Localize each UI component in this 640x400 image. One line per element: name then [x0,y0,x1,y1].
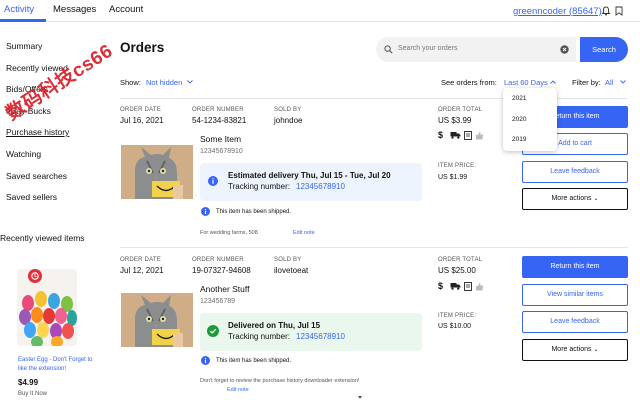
chevron-down-icon: ⌄ [593,196,599,202]
info-icon [208,176,218,186]
leave-feedback-button[interactable]: Leave feedback [522,161,628,183]
info-icon [201,207,210,216]
chevron-down-icon [620,80,626,84]
receipt-icon [464,131,472,140]
receipt-icon [464,282,472,291]
tab-activity[interactable]: Activity [4,4,34,15]
order-date: Jul 12, 2021 [120,266,164,275]
order-note: For wedding farms, 508 [200,230,258,236]
filter-by-label: Filter by: [572,78,601,87]
leave-feedback-button[interactable]: Leave feedback [522,311,628,333]
date-range-dropdown[interactable]: Last 60 Days [504,78,548,87]
tab-messages[interactable]: Messages [53,4,96,15]
tracking-label: Tracking number: [228,182,290,191]
chevron-down-icon [187,80,193,84]
sidebar-item-watching[interactable]: Watching [6,149,41,159]
sidebar-item-summary[interactable]: Summary [6,41,42,51]
thumbs-up-icon [475,131,484,140]
tracking-label: Tracking number: [228,332,290,341]
sold-by-label: SOLD BY [274,107,302,113]
dollar-icon: $ [438,130,444,140]
item-price-label: ITEM PRICE: [438,313,477,319]
order-date-label: ORDER DATE [120,107,161,113]
delivery-status-title: Delivered on Thu, Jul 15 [228,321,321,330]
tracking-number-link[interactable]: 12345678910 [296,182,345,191]
order-date-label: ORDER DATE [120,257,161,263]
tab-account[interactable]: Account [109,4,143,15]
more-actions-label: More actions [551,346,592,353]
order-number: 54-1234-83821 [192,116,247,125]
year-option-2021[interactable]: 2021 [512,95,526,102]
show-filter-label: Show: [120,78,141,87]
page-title: Orders [120,40,165,55]
sidebar-item-saved-sellers[interactable]: Saved sellers [6,192,57,202]
tracking-number-link[interactable]: 12345678910 [296,332,345,341]
check-circle-icon [207,325,219,337]
chevron-up-icon [550,80,556,84]
sidebar-item-saved-searches[interactable]: Saved searches [6,171,67,181]
item-price: US $10.00 [438,323,472,330]
shipped-note: This item has been shipped. [216,358,292,364]
item-price: US $1.99 [438,174,468,181]
chevron-down-icon: ⌄ [593,347,599,353]
shipping-truck-icon [450,282,461,290]
return-item-button[interactable]: Return this item [522,256,628,278]
thumbs-up-icon [475,282,484,291]
search-placeholder: Search your orders [398,45,458,52]
order-note: Don't forget to review the purchase hist… [200,378,360,384]
order-total: US $25.00 [438,266,476,275]
active-tab-indicator [0,19,46,22]
sidebar-item-purchase-history[interactable]: Purchase history [6,127,69,137]
order-total-label: ORDER TOTAL [438,107,483,113]
year-option-2020[interactable]: 2020 [512,116,526,123]
seller-link[interactable]: johndoe [274,116,302,125]
recently-viewed-heading: Recently viewed items [0,233,85,243]
order-number-label: ORDER NUMBER [192,257,244,263]
item-number: 123456789 [200,298,236,305]
order-number-label: ORDER NUMBER [192,107,244,113]
year-option-2019[interactable]: 2019 [512,136,526,143]
shipping-truck-icon [450,131,461,139]
delivery-status-title: Estimated delivery Thu, Jul 15 - Tue, Ju… [228,171,391,180]
edit-note-link[interactable]: Edit note [227,387,249,393]
item-title[interactable]: Some Item [200,134,241,144]
order-number: 19-07327-94608 [192,266,251,275]
order-total-label: ORDER TOTAL [438,257,483,263]
item-number: 12345678910 [200,148,243,155]
buy-it-now-label: Buy It Now [18,391,48,397]
order-divider [120,247,628,248]
watch-badge-icon[interactable] [28,269,42,283]
scroll-indicator [358,396,362,399]
clear-search-icon[interactable] [560,45,569,54]
more-actions-button[interactable]: More actions ⌄ [522,339,628,361]
search-button[interactable]: Search [580,37,628,62]
more-actions-label: More actions [551,195,592,202]
item-price-label: ITEM PRICE: [438,163,477,169]
shipped-note: This item has been shipped. [216,209,292,215]
recently-viewed-price: $4.99 [18,378,39,387]
item-thumbnail[interactable] [121,293,193,347]
notification-bell-icon[interactable] [601,6,611,16]
search-icon [384,45,393,54]
seller-link[interactable]: ilovetoeat [274,266,308,275]
item-thumbnail[interactable] [121,145,193,199]
see-orders-from-label: See orders from: [441,78,497,87]
bookmark-icon[interactable] [615,6,623,16]
item-title[interactable]: Another Stuff [200,284,249,294]
user-account-link[interactable]: greenncoder (85647) [513,6,602,17]
sold-by-label: SOLD BY [274,257,302,263]
easter-egg-image[interactable] [17,269,77,346]
more-actions-button[interactable]: More actions ⌄ [522,188,628,210]
recently-viewed-item-link[interactable]: Easter Egg - Don't Forget to like the ex… [18,356,98,374]
info-icon [201,356,210,365]
filter-by-dropdown[interactable]: All [605,78,613,87]
order-total: US $3.99 [438,116,472,125]
view-similar-items-button[interactable]: View similar items [522,284,628,306]
edit-note-link[interactable]: Edit note [293,230,315,236]
dollar-icon: $ [438,281,444,291]
show-filter-dropdown[interactable]: Not hidden [146,78,182,87]
order-date: Jul 16, 2021 [120,116,164,125]
